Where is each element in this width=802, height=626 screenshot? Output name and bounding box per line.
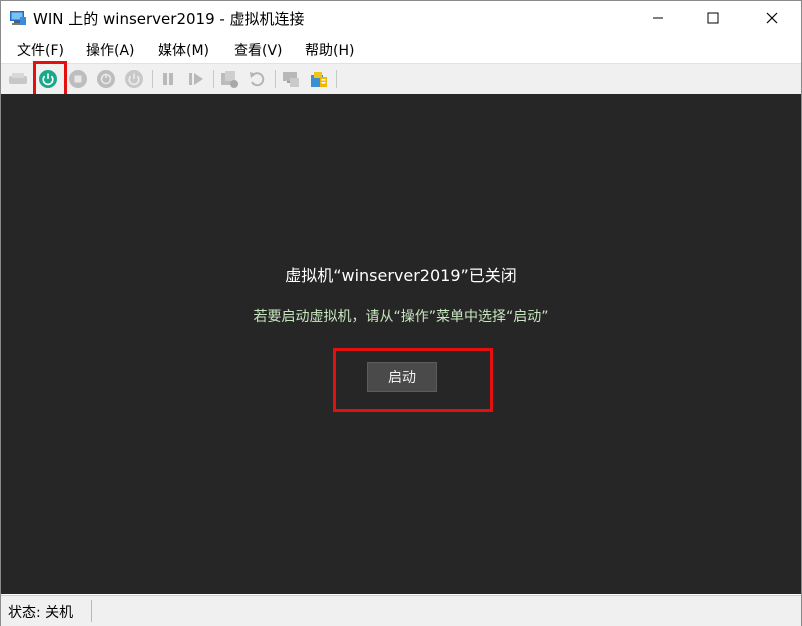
start-button[interactable]: 启动 — [367, 362, 437, 392]
pause-icon[interactable] — [157, 68, 179, 90]
ctrl-alt-del-icon[interactable] — [7, 68, 29, 90]
menu-media[interactable]: 媒体(M) — [158, 40, 209, 60]
turn-off-icon[interactable] — [67, 68, 89, 90]
shutdown-icon[interactable] — [95, 68, 117, 90]
status-text: 状态: 关机 — [8, 605, 74, 621]
vm-screen[interactable]: 虚拟机“winserver2019”已关闭 若要启动虚拟机，请从“操作”菜单中选… — [1, 94, 801, 594]
share-icon[interactable] — [308, 68, 330, 90]
vm-connect-app-icon — [9, 9, 27, 27]
vm-connection-window: WIN 上的 winserver2019 - 虚拟机连接 文件(F) 操作(A)… — [0, 0, 802, 626]
window-title: WIN 上的 winserver2019 - 虚拟机连接 — [33, 10, 305, 28]
title-bar[interactable]: WIN 上的 winserver2019 - 虚拟机连接 — [1, 1, 801, 35]
status-bar: 状态: 关机 — [1, 595, 801, 626]
toolbar-separator — [336, 70, 337, 88]
menu-action[interactable]: 操作(A) — [86, 40, 135, 60]
menu-help[interactable]: 帮助(H) — [305, 40, 354, 60]
start-power-icon[interactable] — [37, 68, 59, 90]
checkpoint-icon[interactable] — [218, 68, 240, 90]
enhanced-session-icon[interactable] — [280, 68, 302, 90]
toolbar — [1, 63, 801, 95]
revert-icon[interactable] — [246, 68, 268, 90]
toolbar-separator — [275, 70, 276, 88]
menu-file[interactable]: 文件(F) — [17, 40, 64, 60]
menu-bar: 文件(F) 操作(A) 媒体(M) 查看(V) 帮助(H) — [1, 35, 801, 63]
minimize-button[interactable] — [635, 1, 681, 35]
save-state-icon[interactable] — [123, 68, 145, 90]
resume-icon[interactable] — [185, 68, 207, 90]
vm-off-title: 虚拟机“winserver2019”已关闭 — [285, 266, 517, 285]
vm-start-hint: 若要启动虚拟机，请从“操作”菜单中选择“启动” — [253, 309, 549, 325]
close-button[interactable] — [749, 1, 795, 35]
maximize-button[interactable] — [690, 1, 736, 35]
toolbar-separator — [152, 70, 153, 88]
menu-view[interactable]: 查看(V) — [234, 40, 283, 60]
status-divider — [91, 600, 92, 622]
toolbar-separator — [213, 70, 214, 88]
